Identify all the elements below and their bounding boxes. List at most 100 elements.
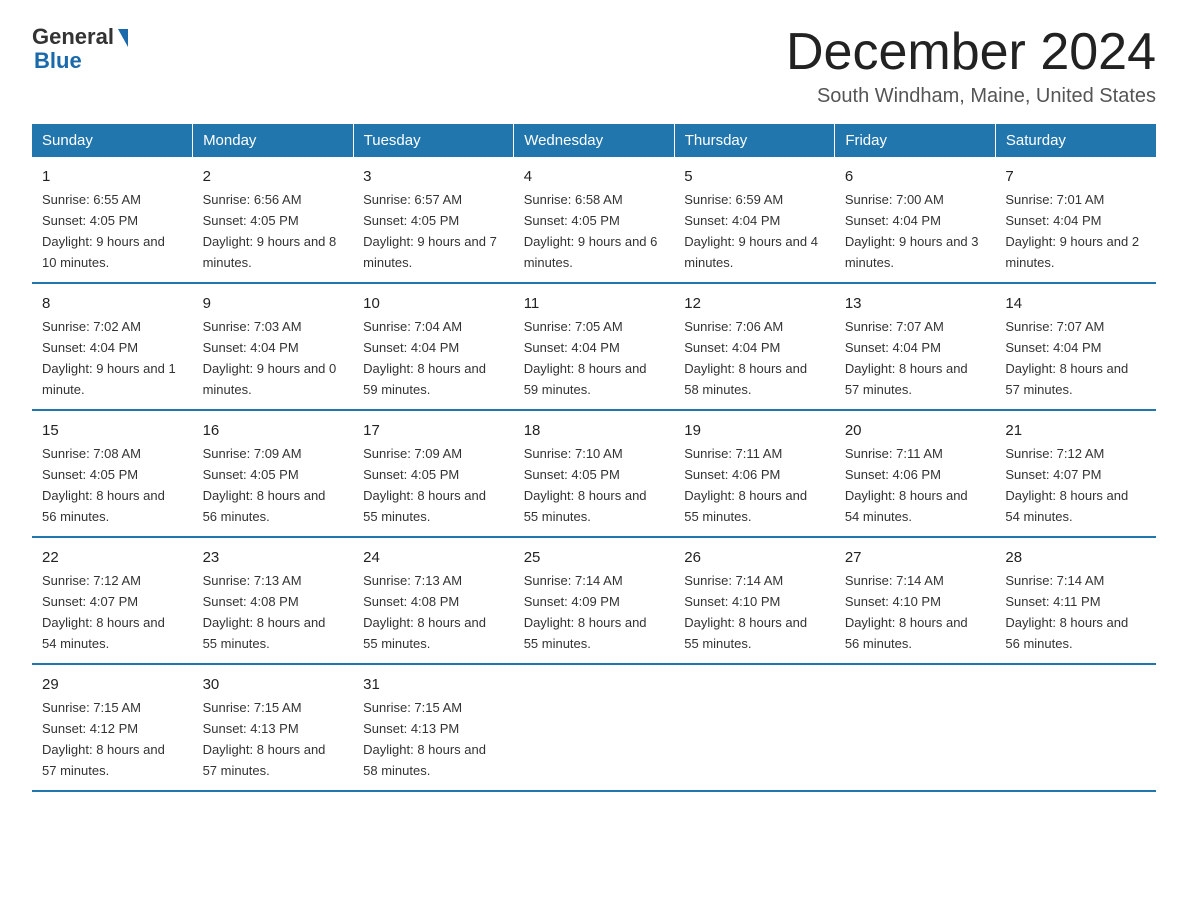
day-info: Sunrise: 7:12 AMSunset: 4:07 PMDaylight:… (42, 573, 165, 651)
calendar-cell: 19 Sunrise: 7:11 AMSunset: 4:06 PMDayligh… (674, 410, 835, 537)
location-text: South Windham, Maine, United States (786, 85, 1156, 108)
logo-general-text: General (32, 24, 114, 50)
col-header-tuesday: Tuesday (353, 124, 514, 157)
day-info: Sunrise: 7:04 AMSunset: 4:04 PMDaylight:… (363, 319, 486, 397)
calendar-cell: 8 Sunrise: 7:02 AMSunset: 4:04 PMDaylight… (32, 283, 193, 410)
calendar-cell: 12 Sunrise: 7:06 AMSunset: 4:04 PMDayligh… (674, 283, 835, 410)
day-number: 19 (684, 419, 825, 442)
calendar-cell: 5 Sunrise: 6:59 AMSunset: 4:04 PMDaylight… (674, 157, 835, 283)
day-info: Sunrise: 7:07 AMSunset: 4:04 PMDaylight:… (1005, 319, 1128, 397)
day-info: Sunrise: 7:13 AMSunset: 4:08 PMDaylight:… (363, 573, 486, 651)
calendar-cell: 30 Sunrise: 7:15 AMSunset: 4:13 PMDayligh… (193, 664, 354, 791)
day-number: 14 (1005, 292, 1146, 315)
col-header-sunday: Sunday (32, 124, 193, 157)
logo: General Blue (32, 24, 128, 74)
day-info: Sunrise: 7:13 AMSunset: 4:08 PMDaylight:… (203, 573, 326, 651)
day-number: 9 (203, 292, 344, 315)
day-info: Sunrise: 7:14 AMSunset: 4:10 PMDaylight:… (684, 573, 807, 651)
day-info: Sunrise: 7:14 AMSunset: 4:09 PMDaylight:… (524, 573, 647, 651)
day-number: 7 (1005, 165, 1146, 188)
day-number: 25 (524, 546, 665, 569)
day-number: 22 (42, 546, 183, 569)
day-number: 3 (363, 165, 504, 188)
day-number: 4 (524, 165, 665, 188)
days-header-row: SundayMondayTuesdayWednesdayThursdayFrid… (32, 124, 1156, 157)
day-number: 16 (203, 419, 344, 442)
calendar-cell: 20Sunrise: 7:11 AMSunset: 4:06 PMDayligh… (835, 410, 996, 537)
day-info: Sunrise: 6:55 AMSunset: 4:05 PMDaylight:… (42, 192, 165, 270)
day-number: 12 (684, 292, 825, 315)
calendar-cell: 9Sunrise: 7:03 AMSunset: 4:04 PMDaylight… (193, 283, 354, 410)
day-number: 31 (363, 673, 504, 696)
week-row-2: 8 Sunrise: 7:02 AMSunset: 4:04 PMDaylight… (32, 283, 1156, 410)
day-number: 23 (203, 546, 344, 569)
calendar-cell: 16 Sunrise: 7:09 AMSunset: 4:05 PMDayligh… (193, 410, 354, 537)
month-title: December 2024 (786, 24, 1156, 81)
day-info: Sunrise: 7:15 AMSunset: 4:13 PMDaylight:… (203, 700, 326, 778)
day-info: Sunrise: 7:15 AMSunset: 4:12 PMDaylight:… (42, 700, 165, 778)
calendar-cell: 23 Sunrise: 7:13 AMSunset: 4:08 PMDayligh… (193, 537, 354, 664)
day-info: Sunrise: 7:08 AMSunset: 4:05 PMDaylight:… (42, 446, 165, 524)
calendar-cell: 2 Sunrise: 6:56 AMSunset: 4:05 PMDaylight… (193, 157, 354, 283)
day-number: 11 (524, 292, 665, 315)
week-row-1: 1 Sunrise: 6:55 AMSunset: 4:05 PMDaylight… (32, 157, 1156, 283)
calendar-cell: 25 Sunrise: 7:14 AMSunset: 4:09 PMDayligh… (514, 537, 675, 664)
week-row-4: 22 Sunrise: 7:12 AMSunset: 4:07 PMDayligh… (32, 537, 1156, 664)
day-number: 24 (363, 546, 504, 569)
day-info: Sunrise: 7:14 AMSunset: 4:11 PMDaylight:… (1005, 573, 1128, 651)
day-info: Sunrise: 6:57 AMSunset: 4:05 PMDaylight:… (363, 192, 497, 270)
day-number: 8 (42, 292, 183, 315)
day-info: Sunrise: 7:05 AMSunset: 4:04 PMDaylight:… (524, 319, 647, 397)
calendar-cell: 15 Sunrise: 7:08 AMSunset: 4:05 PMDayligh… (32, 410, 193, 537)
calendar-cell: 10 Sunrise: 7:04 AMSunset: 4:04 PMDayligh… (353, 283, 514, 410)
day-number: 17 (363, 419, 504, 442)
day-info: Sunrise: 6:58 AMSunset: 4:05 PMDaylight:… (524, 192, 658, 270)
calendar-cell: 3 Sunrise: 6:57 AMSunset: 4:05 PMDaylight… (353, 157, 514, 283)
day-info: Sunrise: 6:59 AMSunset: 4:04 PMDaylight:… (684, 192, 818, 270)
calendar-cell: 27 Sunrise: 7:14 AMSunset: 4:10 PMDayligh… (835, 537, 996, 664)
day-info: Sunrise: 6:56 AMSunset: 4:05 PMDaylight:… (203, 192, 337, 270)
calendar-table: SundayMondayTuesdayWednesdayThursdayFrid… (32, 124, 1156, 792)
day-number: 15 (42, 419, 183, 442)
day-number: 1 (42, 165, 183, 188)
calendar-cell: 18Sunrise: 7:10 AMSunset: 4:05 PMDayligh… (514, 410, 675, 537)
calendar-cell (995, 664, 1156, 791)
page-header: General Blue December 2024 South Windham… (32, 24, 1156, 108)
col-header-friday: Friday (835, 124, 996, 157)
calendar-cell: 7 Sunrise: 7:01 AMSunset: 4:04 PMDaylight… (995, 157, 1156, 283)
day-number: 28 (1005, 546, 1146, 569)
logo-blue-text: Blue (34, 48, 82, 74)
calendar-cell: 29 Sunrise: 7:15 AMSunset: 4:12 PMDayligh… (32, 664, 193, 791)
calendar-cell: 4 Sunrise: 6:58 AMSunset: 4:05 PMDaylight… (514, 157, 675, 283)
day-number: 6 (845, 165, 986, 188)
day-info: Sunrise: 7:01 AMSunset: 4:04 PMDaylight:… (1005, 192, 1139, 270)
day-info: Sunrise: 7:14 AMSunset: 4:10 PMDaylight:… (845, 573, 968, 651)
logo-arrow-icon (118, 29, 128, 47)
day-info: Sunrise: 7:02 AMSunset: 4:04 PMDaylight:… (42, 319, 176, 397)
calendar-cell: 17Sunrise: 7:09 AMSunset: 4:05 PMDayligh… (353, 410, 514, 537)
calendar-cell: 24 Sunrise: 7:13 AMSunset: 4:08 PMDayligh… (353, 537, 514, 664)
day-number: 29 (42, 673, 183, 696)
day-number: 10 (363, 292, 504, 315)
col-header-monday: Monday (193, 124, 354, 157)
calendar-cell: 6 Sunrise: 7:00 AMSunset: 4:04 PMDaylight… (835, 157, 996, 283)
calendar-cell: 1 Sunrise: 6:55 AMSunset: 4:05 PMDaylight… (32, 157, 193, 283)
day-number: 13 (845, 292, 986, 315)
calendar-cell: 14 Sunrise: 7:07 AMSunset: 4:04 PMDayligh… (995, 283, 1156, 410)
day-number: 30 (203, 673, 344, 696)
calendar-cell (514, 664, 675, 791)
calendar-cell: 26Sunrise: 7:14 AMSunset: 4:10 PMDayligh… (674, 537, 835, 664)
calendar-cell: 31Sunrise: 7:15 AMSunset: 4:13 PMDayligh… (353, 664, 514, 791)
day-number: 5 (684, 165, 825, 188)
col-header-saturday: Saturday (995, 124, 1156, 157)
day-info: Sunrise: 7:11 AMSunset: 4:06 PMDaylight:… (684, 446, 807, 524)
day-info: Sunrise: 7:11 AMSunset: 4:06 PMDaylight:… (845, 446, 968, 524)
day-number: 27 (845, 546, 986, 569)
calendar-cell: 28 Sunrise: 7:14 AMSunset: 4:11 PMDayligh… (995, 537, 1156, 664)
day-info: Sunrise: 7:00 AMSunset: 4:04 PMDaylight:… (845, 192, 979, 270)
calendar-cell: 22 Sunrise: 7:12 AMSunset: 4:07 PMDayligh… (32, 537, 193, 664)
day-info: Sunrise: 7:09 AMSunset: 4:05 PMDaylight:… (203, 446, 326, 524)
day-info: Sunrise: 7:06 AMSunset: 4:04 PMDaylight:… (684, 319, 807, 397)
calendar-cell (835, 664, 996, 791)
day-number: 2 (203, 165, 344, 188)
